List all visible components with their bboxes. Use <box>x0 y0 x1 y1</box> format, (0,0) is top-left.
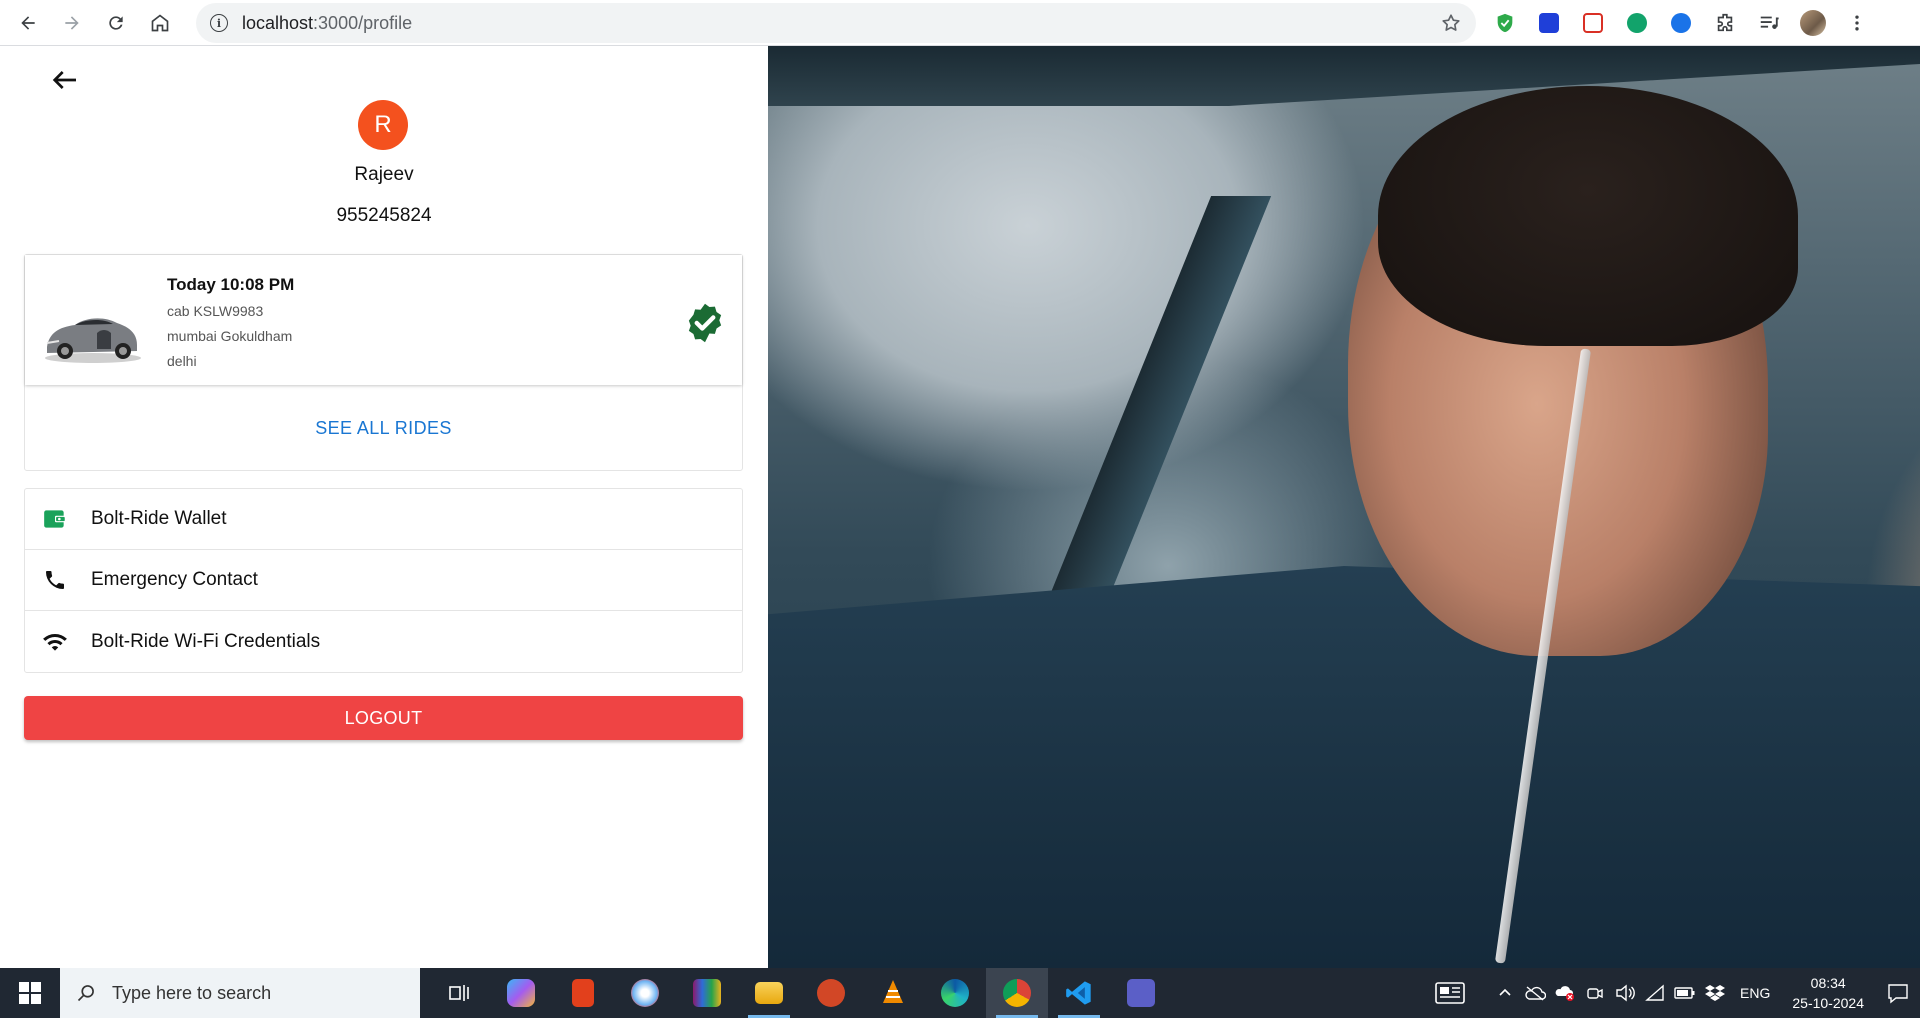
task-view-icon[interactable] <box>428 968 490 1018</box>
onedrive-icon[interactable] <box>1522 982 1548 1004</box>
winrar-icon[interactable] <box>676 968 738 1018</box>
phone-icon <box>41 566 69 594</box>
site-info-icon[interactable]: i <box>210 14 228 32</box>
url-text[interactable]: localhost:3000/profile <box>242 13 412 34</box>
clock-time: 08:34 <box>1810 975 1846 991</box>
url-path: :3000/profile <box>313 12 413 33</box>
menu-item-emergency-contact[interactable]: Emergency Contact <box>25 550 742 611</box>
forward-nav-button[interactable] <box>50 5 94 41</box>
ride-pickup: mumbai Gokuldham <box>167 328 293 344</box>
windows-logo-icon <box>19 982 41 1004</box>
shield-extension-icon[interactable] <box>1490 8 1520 38</box>
menu-label-emergency-contact: Emergency Contact <box>91 569 258 590</box>
photo-sweater <box>768 566 1920 968</box>
battery-icon[interactable] <box>1672 982 1698 1004</box>
teams-icon[interactable] <box>1110 968 1172 1018</box>
language-indicator[interactable]: ENG <box>1740 985 1770 1001</box>
browser-menu-icon[interactable] <box>1842 8 1872 38</box>
avatar-initial: R <box>374 111 392 138</box>
media-controls-icon[interactable] <box>1754 8 1784 38</box>
home-icon <box>151 13 169 31</box>
url-host: localhost <box>242 12 314 33</box>
profile-menu: Bolt-Ride Wallet Emergency Contact Bolt-… <box>24 488 743 673</box>
office-icon[interactable] <box>552 968 614 1018</box>
file-explorer-icon[interactable] <box>738 968 800 1018</box>
grammarly-extension-icon[interactable] <box>1622 8 1652 38</box>
hero-photo <box>768 46 1920 968</box>
notification-center-icon[interactable] <box>1876 968 1920 1018</box>
chevron-up-icon[interactable] <box>1492 982 1518 1004</box>
chrome-icon[interactable] <box>986 968 1048 1018</box>
ride-destination: delhi <box>167 353 197 369</box>
avatar: R <box>358 100 408 150</box>
camera-privacy-icon[interactable] <box>1582 982 1608 1004</box>
reload-button[interactable] <box>94 5 138 41</box>
see-all-rides-button[interactable]: SEE ALL RIDES <box>25 385 742 471</box>
taskbar-search-placeholder: Type here to search <box>112 982 272 1003</box>
photo-car-roof <box>768 46 1920 106</box>
logout-button[interactable]: LOGOUT <box>24 696 743 740</box>
puzzle-extensions-icon[interactable] <box>1710 8 1740 38</box>
cloud-error-icon[interactable] <box>1552 982 1578 1004</box>
news-widget-icon[interactable] <box>1430 982 1470 1004</box>
paint-icon[interactable] <box>614 968 676 1018</box>
dropbox-icon[interactable] <box>1702 982 1728 1004</box>
back-arrow-icon[interactable] <box>48 64 80 96</box>
taskbar-apps <box>428 968 1172 1018</box>
red-extension-icon[interactable] <box>1578 8 1608 38</box>
globe-extension-icon[interactable] <box>1666 8 1696 38</box>
menu-item-wallet[interactable]: Bolt-Ride Wallet <box>25 489 742 550</box>
arrow-left-icon <box>21 15 35 30</box>
taskbar: Type here to search ENG 08:34 25-10-2024 <box>0 968 1920 1018</box>
copilot-icon[interactable] <box>490 968 552 1018</box>
car-image <box>41 303 141 365</box>
ride-cab-number: cab KSLW9983 <box>167 303 264 319</box>
recent-ride-card: Today 10:08 PM cab KSLW9983 mumbai Gokul… <box>24 254 743 471</box>
photo-hair <box>1378 86 1798 346</box>
user-name: Rajeev <box>354 164 414 185</box>
user-phone: 955245824 <box>336 205 432 226</box>
powerpoint-icon[interactable] <box>800 968 862 1018</box>
menu-label-wallet: Bolt-Ride Wallet <box>91 508 227 529</box>
blue-extension-icon[interactable] <box>1534 8 1564 38</box>
clock-date: 25-10-2024 <box>1792 995 1864 1011</box>
clock[interactable]: 08:34 25-10-2024 <box>1792 973 1864 1013</box>
profile-panel: R Rajeev 955245824 Today 10:08 PM cab KS… <box>0 46 768 968</box>
system-tray: ENG 08:34 25-10-2024 <box>1428 968 1920 1018</box>
start-button[interactable] <box>0 968 60 1018</box>
home-button[interactable] <box>138 5 182 41</box>
profile-avatar[interactable] <box>1798 8 1828 38</box>
ride-summary[interactable]: Today 10:08 PM cab KSLW9983 mumbai Gokul… <box>25 255 742 385</box>
extensions-row <box>1490 5 1872 41</box>
reload-icon <box>109 15 123 30</box>
menu-label-wifi: Bolt-Ride Wi-Fi Credentials <box>91 630 321 652</box>
verified-check-icon <box>688 303 722 343</box>
ride-time: Today 10:08 PM <box>167 275 295 294</box>
wallet-icon <box>41 505 69 533</box>
vlc-icon[interactable] <box>862 968 924 1018</box>
volume-icon[interactable] <box>1612 982 1638 1004</box>
browser-toolbar: i localhost:3000/profile <box>0 0 1920 46</box>
arrow-right-icon <box>65 15 79 30</box>
edge-icon[interactable] <box>924 968 986 1018</box>
bookmark-star-icon[interactable] <box>1440 12 1462 34</box>
address-bar[interactable]: i localhost:3000/profile <box>196 3 1476 43</box>
network-icon[interactable] <box>1642 982 1668 1004</box>
taskbar-search[interactable]: Type here to search <box>60 968 420 1018</box>
menu-item-wifi[interactable]: Bolt-Ride Wi-Fi Credentials <box>25 611 742 672</box>
search-icon <box>77 985 94 1002</box>
vscode-icon[interactable] <box>1048 968 1110 1018</box>
back-nav-button[interactable] <box>6 5 50 41</box>
wifi-icon <box>41 628 69 656</box>
